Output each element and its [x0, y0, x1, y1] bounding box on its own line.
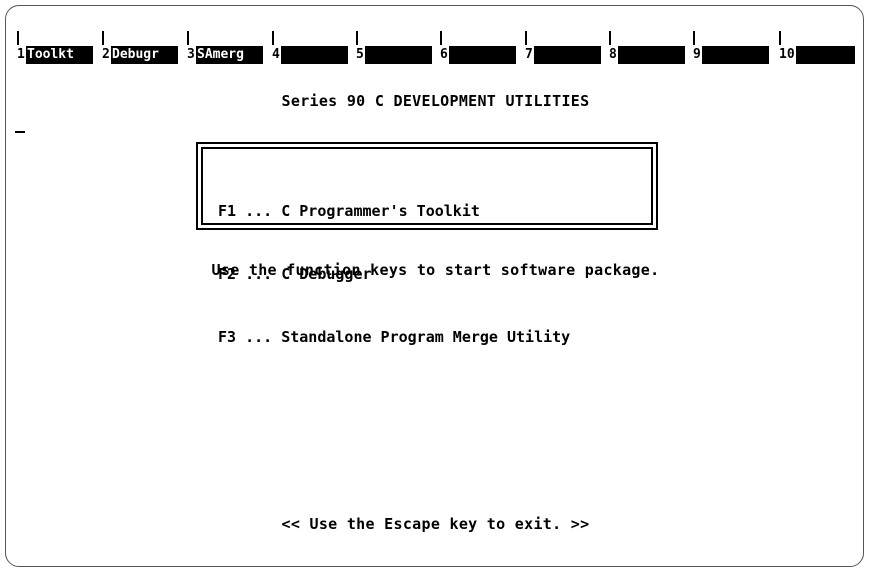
fkey-label-blank[interactable]: [449, 46, 516, 64]
instruction-text: Use the function keys to start software …: [211, 261, 660, 279]
fkey-number: 6: [440, 47, 448, 62]
fkey-label-blank[interactable]: [281, 46, 348, 64]
menu-item-key: F1: [218, 202, 237, 220]
exit-hint: << Use the Escape key to exit. >>: [281, 515, 590, 533]
fkey-tick: [440, 31, 442, 45]
fkey-number: 7: [525, 47, 533, 62]
menu-box-inner-border: F1 ... C Programmer's Toolkit F2 ... C D…: [201, 147, 653, 346]
menu-item-f1[interactable]: F1 ... C Programmer's Toolkit: [218, 201, 570, 222]
fkey-number: 8: [609, 47, 617, 62]
menu-item-key: F3: [218, 328, 237, 346]
fkey-label-blank[interactable]: [702, 46, 769, 64]
fkey-number: 3: [187, 47, 195, 62]
fkey-tick: [356, 31, 358, 45]
menu-item-label: Standalone Program Merge Utility: [281, 328, 571, 346]
text-cursor: [15, 131, 25, 133]
fkey-label-blank[interactable]: [365, 46, 432, 64]
fkey-tick: [779, 31, 781, 45]
fkey-number: 1: [17, 47, 25, 62]
fkey-label-toolkt[interactable]: Toolkt: [26, 46, 93, 64]
menu-box: F1 ... C Programmer's Toolkit F2 ... C D…: [196, 142, 658, 346]
fkey-label-samerg[interactable]: SAmerg: [196, 46, 263, 64]
menu-item-separator: ...: [245, 202, 273, 220]
menu-item-separator: ...: [245, 328, 273, 346]
fkey-tick: [525, 31, 527, 45]
fkey-number: 4: [272, 47, 280, 62]
fkey-tick: [187, 31, 189, 45]
fkey-tick: [609, 31, 611, 45]
fkey-label-debugr[interactable]: Debugr: [111, 46, 178, 64]
fkey-number: 10: [779, 47, 795, 62]
fkey-tick: [693, 31, 695, 45]
fkey-tick: [102, 31, 104, 45]
fkey-number: 9: [693, 47, 701, 62]
menu-item-f3[interactable]: F3 ... Standalone Program Merge Utility: [218, 327, 570, 348]
fkey-number: 5: [356, 47, 364, 62]
fkey-number: 2: [102, 47, 110, 62]
page-title: Series 90 C DEVELOPMENT UTILITIES: [281, 92, 590, 110]
fkey-label-blank[interactable]: [796, 46, 855, 64]
fkey-label-blank[interactable]: [618, 46, 685, 64]
menu-item-label: C Programmer's Toolkit: [281, 202, 480, 220]
fkey-label-blank[interactable]: [534, 46, 601, 64]
fkey-tick: [272, 31, 274, 45]
fkey-tick: [17, 31, 19, 45]
